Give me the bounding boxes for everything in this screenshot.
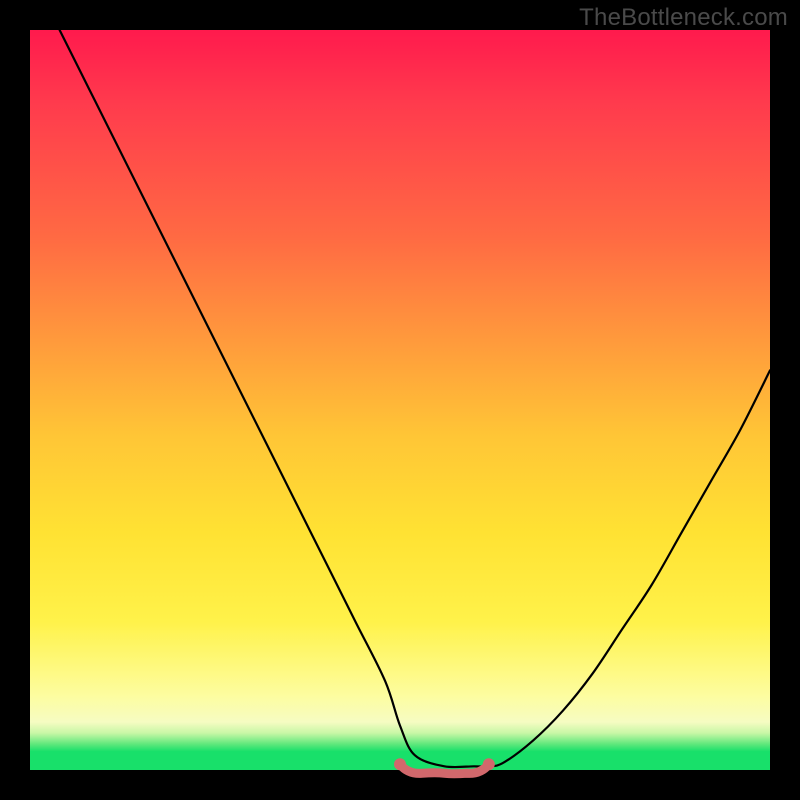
watermark-text: TheBottleneck.com bbox=[579, 4, 788, 32]
chart-overlay bbox=[30, 30, 770, 770]
bottleneck-curve bbox=[60, 30, 770, 767]
optimal-flat-marker-end bbox=[483, 758, 495, 770]
optimal-flat-marker-start bbox=[394, 758, 406, 770]
chart-frame: TheBottleneck.com bbox=[0, 0, 800, 800]
